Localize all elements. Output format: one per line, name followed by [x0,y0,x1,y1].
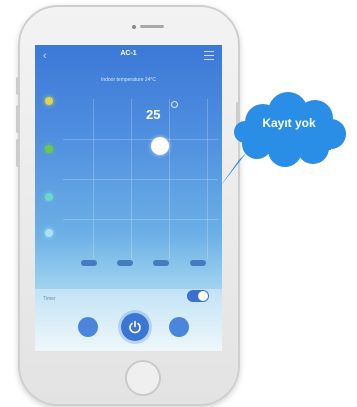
temperature-slider-handle[interactable] [151,137,169,155]
schedule-label: Timer [43,296,56,302]
earpiece-speaker [140,25,164,28]
phone-volume-down [16,139,19,167]
speech-cloud [234,92,346,167]
power-icon [129,320,141,334]
mode-dot-yellow[interactable] [45,97,53,105]
mode-dot-green[interactable] [45,145,53,153]
schedule-toggle[interactable] [187,290,209,302]
top-bar: ‹ AC-1 [35,45,222,67]
phone-volume-up [16,105,19,133]
mode-button[interactable] [78,317,98,337]
fan-button[interactable] [169,317,189,337]
app-screen: ‹ AC-1 Indoor temperature 24°C 25 Timer [35,45,222,351]
indoor-temperature-text: Indoor temperature 24°C [100,77,157,83]
phone-side-button [16,77,19,95]
mode-dot-teal[interactable] [45,193,53,201]
home-button[interactable] [125,360,161,396]
temperature-grid [63,99,218,259]
fan-option-4[interactable] [190,260,206,266]
power-button[interactable] [121,313,149,341]
menu-icon[interactable] [204,51,214,60]
front-camera [132,25,136,29]
mode-dot-lightblue[interactable] [45,229,53,237]
fan-option-1[interactable] [81,260,97,266]
set-temperature: 25 [146,107,161,122]
fan-option-2[interactable] [117,260,133,266]
fan-option-3[interactable] [153,260,169,266]
device-name: AC-1 [120,50,137,57]
temperature-unit-icon [171,101,178,108]
callout-text: Kayıt yok [262,116,316,130]
